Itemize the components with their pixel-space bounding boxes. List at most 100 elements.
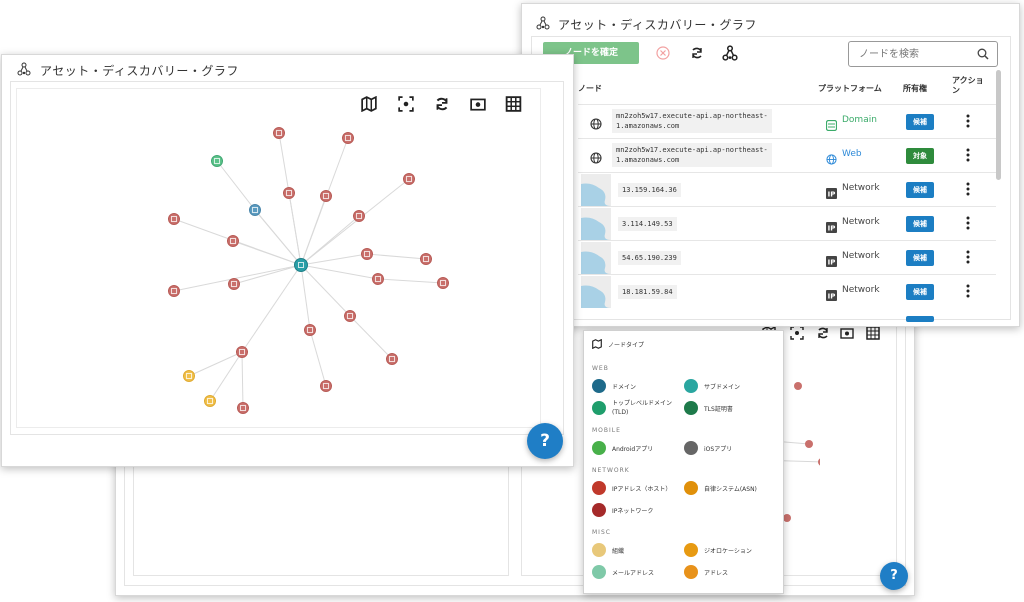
ownership-badge[interactable]: 候補 <box>906 114 934 130</box>
graph-node[interactable] <box>204 395 216 407</box>
svg-text:IP: IP <box>828 293 836 301</box>
ip-icon: IP <box>826 184 837 203</box>
row-menu-icon[interactable] <box>963 148 973 165</box>
legend-item-label: iOSアプリ <box>704 446 733 453</box>
table-row[interactable]: 13.159.164.36 IP Network 候補 <box>578 172 996 207</box>
graph-node[interactable] <box>228 278 240 290</box>
ip-icon: IP <box>826 252 837 271</box>
platform-label: Network <box>842 217 880 227</box>
graph-node[interactable] <box>320 380 332 392</box>
graph-node[interactable] <box>283 187 295 199</box>
refresh-icon[interactable] <box>690 46 704 60</box>
table-icon[interactable] <box>866 326 880 340</box>
graph-node[interactable] <box>168 213 180 225</box>
column-header-ownership: 所有権 <box>903 84 927 93</box>
legend-section-web: WEB <box>592 365 609 372</box>
column-header-action: アクション <box>952 76 984 95</box>
graph-node[interactable] <box>227 235 239 247</box>
legend-item-label: IPアドレス（ホスト） <box>612 486 672 493</box>
graph-logo-icon <box>536 16 550 30</box>
table-row[interactable]: mn2zoh5w17.execute-api.ap-northeast- 1.am… <box>578 138 996 173</box>
legend-item-label: Androidアプリ <box>612 446 654 453</box>
legend-title: ノードタイプ <box>608 342 645 349</box>
platform-label: Network <box>842 251 880 261</box>
graph-node <box>818 458 820 466</box>
ownership-badge[interactable]: 候補 <box>906 250 934 266</box>
legend-node-icon <box>684 379 698 393</box>
graph-node[interactable] <box>236 346 248 358</box>
legend-section-mobile: MOBILE <box>592 427 621 434</box>
asset-graph[interactable] <box>16 88 539 426</box>
graph-node[interactable] <box>386 353 398 365</box>
graph-node[interactable] <box>237 402 249 414</box>
legend-item-label: 組織 <box>612 548 625 555</box>
help-button[interactable]: ? <box>527 423 563 459</box>
ownership-badge[interactable]: 候補 <box>906 216 934 232</box>
ownership-badge[interactable] <box>906 316 934 322</box>
legend-node-icon <box>684 401 698 415</box>
legend-section-network: NETWORK <box>592 467 630 474</box>
row-menu-icon[interactable] <box>963 250 973 267</box>
screenshot-icon[interactable] <box>840 326 854 340</box>
row-menu-icon[interactable] <box>963 114 973 131</box>
node-label: mn2zoh5w17.execute-api.ap-northeast- 1.am… <box>612 109 772 133</box>
graph-node[interactable] <box>273 127 285 139</box>
domain-icon <box>825 116 838 135</box>
column-header-node: ノード <box>578 84 602 93</box>
table-row[interactable]: 3.114.149.53 IP Network 候補 <box>578 206 996 241</box>
table-row[interactable]: mn2zoh5w17.execute-api.ap-northeast- 1.am… <box>578 104 996 139</box>
graph-node[interactable] <box>211 155 223 167</box>
graph-node[interactable] <box>437 277 449 289</box>
table-scrollbar[interactable] <box>996 70 1001 180</box>
table-row[interactable]: 54.65.190.239 IP Network 候補 <box>578 240 996 275</box>
ownership-badge[interactable]: 候補 <box>906 182 934 198</box>
platform-label: Network <box>842 183 880 193</box>
node-search-box[interactable] <box>848 41 998 67</box>
graph-node[interactable] <box>168 285 180 297</box>
map-thumbnail <box>581 242 611 274</box>
platform-label: Domain <box>842 115 877 125</box>
table-card-title: アセット・ディスカバリー・グラフ <box>558 18 757 32</box>
graph-node[interactable] <box>420 253 432 265</box>
ownership-badge[interactable]: 対象 <box>906 148 934 164</box>
refresh-icon[interactable] <box>816 326 830 340</box>
graph-node <box>805 440 813 448</box>
platform-label: Web <box>842 149 862 159</box>
ip-icon: IP <box>826 286 837 305</box>
graph-node[interactable] <box>304 324 316 336</box>
map-thumbnail <box>581 276 611 308</box>
legend-node-icon <box>592 503 606 517</box>
row-menu-icon[interactable] <box>963 216 973 233</box>
graph-node[interactable] <box>403 173 415 185</box>
legend-item-label: TLS証明書 <box>704 406 733 413</box>
graph-node[interactable] <box>320 190 332 202</box>
legend-node-icon <box>684 441 698 455</box>
graph-node[interactable] <box>361 248 373 260</box>
graph-node[interactable] <box>372 273 384 285</box>
ownership-badge[interactable]: 候補 <box>906 284 934 300</box>
legend-item-label: ドメイン <box>612 384 637 391</box>
graph-node[interactable] <box>342 132 354 144</box>
graph-view-icon[interactable] <box>722 45 738 61</box>
legend-item-label: メールアドレス <box>612 570 655 577</box>
legend-node-icon <box>592 543 606 557</box>
graph-node[interactable] <box>249 204 261 216</box>
focus-icon[interactable] <box>790 326 804 340</box>
row-menu-icon[interactable] <box>963 182 973 199</box>
node-search-input[interactable] <box>857 45 971 63</box>
clear-icon[interactable] <box>656 46 670 60</box>
table-row[interactable]: 18.181.59.84 IP Network 候補 <box>578 274 996 308</box>
globe-icon <box>590 115 602 134</box>
graph-node <box>783 514 791 522</box>
search-icon[interactable] <box>977 48 989 60</box>
legend-node-icon <box>684 543 698 557</box>
row-menu-icon[interactable] <box>963 284 973 301</box>
bottom-help-button[interactable]: ? <box>880 562 908 590</box>
graph-hub-node[interactable] <box>294 258 308 272</box>
node-label: 3.114.149.53 <box>618 217 677 231</box>
graph-node[interactable] <box>353 210 365 222</box>
graph-node[interactable] <box>344 310 356 322</box>
map-icon <box>592 339 602 349</box>
graph-node[interactable] <box>183 370 195 382</box>
graph-logo-icon <box>17 62 31 76</box>
